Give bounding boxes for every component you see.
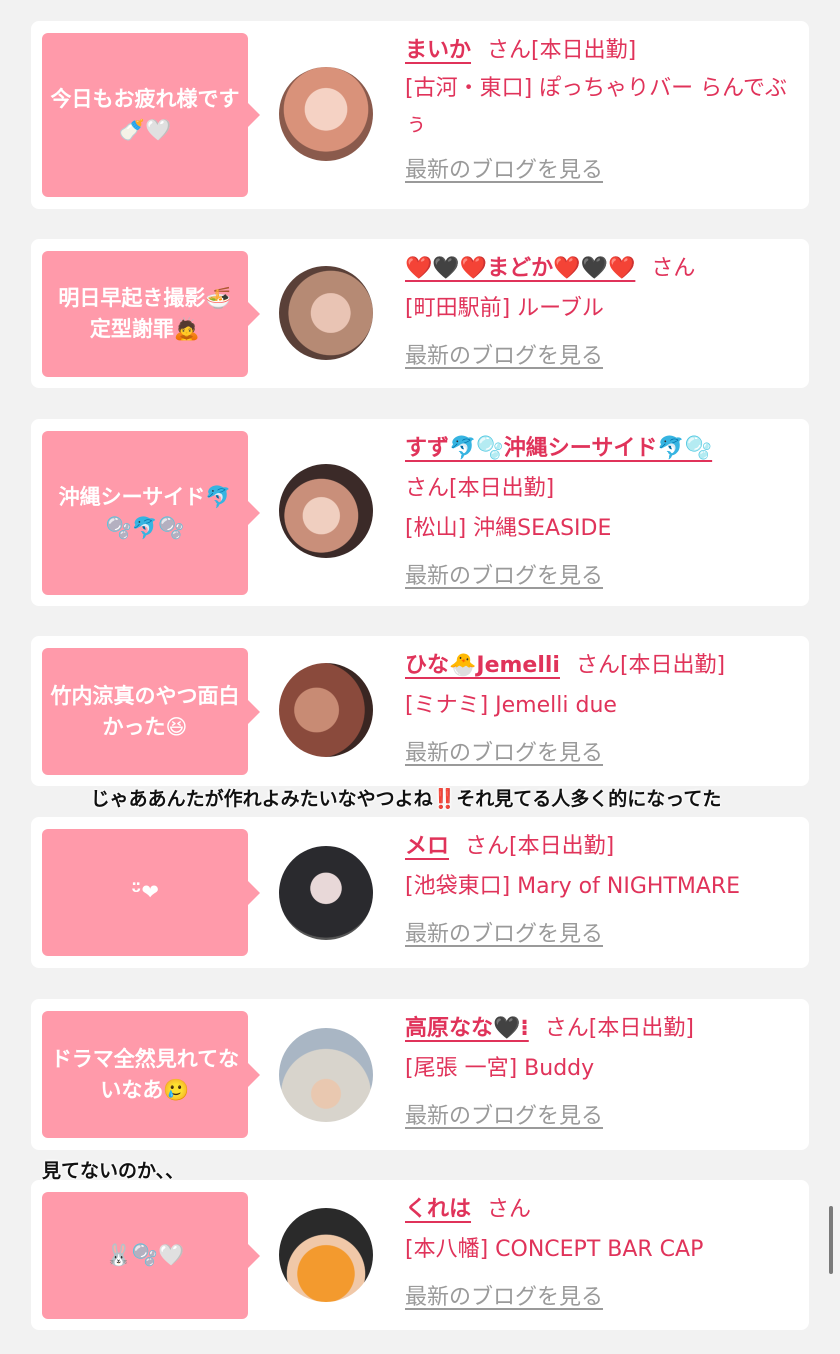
- girl-card: 明日早起き撮影🍜定型謝罪🙇 ❤️🖤❤️まどか❤️🖤❤️ さん [町田駅前] ルーブ…: [31, 239, 809, 388]
- honorific-label: さん: [487, 1197, 532, 1222]
- status-bubble: 竹内涼真のやつ面白かった😆: [42, 648, 260, 775]
- shop-label: [池袋東口] Mary of NIGHTMARE: [405, 874, 741, 899]
- shop-label: [古河・東口] ぽっちゃりバー らんでぶぅ: [405, 76, 788, 137]
- honorific-label: さん[本日出勤]: [544, 1016, 694, 1041]
- shop-label: [尾張 一宮] Buddy: [405, 1056, 595, 1081]
- honorific-label: さん[本日出勤]: [405, 476, 555, 501]
- latest-blog-link[interactable]: 最新のブログを見る: [405, 915, 603, 955]
- girl-card: ドラマ全然見れてないなあ🥲 高原なな🖤⁝ さん[本日出勤] [尾張 一宮] Bud…: [31, 999, 809, 1150]
- status-bubble: 今日もお疲れ様です🍼🤍: [42, 33, 260, 197]
- status-bubble: 沖縄シーサイド🐬🫧🐬🫧: [42, 431, 260, 595]
- girl-name-link[interactable]: すず🐬🫧沖縄シーサイド🐬🫧: [405, 436, 712, 461]
- avatar[interactable]: [279, 266, 373, 360]
- overlay-caption: 見てないのか、、: [42, 1160, 185, 1182]
- honorific-label: さん[本日出勤]: [575, 653, 726, 678]
- girl-name-link[interactable]: 高原なな🖤⁝: [405, 1016, 529, 1041]
- avatar[interactable]: [279, 464, 373, 558]
- status-text: 明日早起き撮影🍜定型謝罪🙇: [58, 286, 232, 341]
- girl-card: 竹内涼真のやつ面白かった😆 ひな🐣Jemelli さん[本日出勤] [ミナミ] J…: [31, 636, 809, 786]
- status-text: 🐰🫧🤍: [105, 1243, 185, 1267]
- girl-name-link[interactable]: まいか: [405, 38, 471, 63]
- girl-name-link[interactable]: ❤️🖤❤️まどか❤️🖤❤️: [405, 256, 635, 281]
- avatar[interactable]: [279, 1208, 373, 1302]
- latest-blog-link[interactable]: 最新のブログを見る: [405, 1097, 603, 1137]
- shop-label: [町田駅前] ルーブル: [405, 296, 604, 321]
- shop-label: [松山] 沖縄SEASIDE: [405, 516, 612, 541]
- status-text: ᵕ̈❤: [131, 880, 159, 904]
- status-text: 竹内涼真のやつ面白かった😆: [50, 683, 240, 739]
- latest-blog-link[interactable]: 最新のブログを見る: [405, 151, 603, 191]
- honorific-label: さん[本日出勤]: [487, 38, 637, 63]
- girl-card: 沖縄シーサイド🐬🫧🐬🫧 すず🐬🫧沖縄シーサイド🐬🫧 さん[本日出勤] [松山] …: [31, 419, 809, 606]
- latest-blog-link[interactable]: 最新のブログを見る: [405, 1278, 603, 1318]
- girl-name-link[interactable]: ひな🐣Jemelli: [405, 653, 560, 678]
- girl-card: 今日もお疲れ様です🍼🤍 まいか さん[本日出勤] [古河・東口] ぽっちゃりバー …: [31, 21, 809, 209]
- status-text: 沖縄シーサイド🐬🫧🐬🫧: [58, 485, 232, 540]
- honorific-label: さん[本日出勤]: [465, 834, 615, 859]
- girl-name-link[interactable]: メロ: [405, 834, 449, 859]
- girl-card: 🐰🫧🤍 くれは さん [本八幡] CONCEPT BAR CAP 最新のブログを見…: [31, 1180, 809, 1330]
- avatar[interactable]: [279, 67, 373, 161]
- scrollbar[interactable]: [829, 1206, 833, 1274]
- status-bubble: ᵕ̈❤: [42, 829, 260, 956]
- latest-blog-link[interactable]: 最新のブログを見る: [405, 734, 603, 774]
- honorific-label: さん: [651, 256, 696, 281]
- status-bubble: ドラマ全然見れてないなあ🥲: [42, 1011, 260, 1138]
- overlay-caption: じゃああんたが作れよみたいなやつよね‼️それ見てる人多く的になってた: [90, 788, 722, 810]
- status-text: 今日もお疲れ様です🍼🤍: [50, 87, 240, 142]
- status-bubble: 🐰🫧🤍: [42, 1192, 260, 1319]
- latest-blog-link[interactable]: 最新のブログを見る: [405, 337, 603, 377]
- avatar[interactable]: [279, 1028, 373, 1122]
- shop-label: [本八幡] CONCEPT BAR CAP: [405, 1237, 704, 1262]
- latest-blog-link[interactable]: 最新のブログを見る: [405, 557, 603, 597]
- avatar[interactable]: [279, 663, 373, 757]
- status-bubble: 明日早起き撮影🍜定型謝罪🙇: [42, 251, 260, 377]
- girl-name-link[interactable]: くれは: [405, 1197, 471, 1222]
- avatar[interactable]: [279, 846, 373, 940]
- girl-card: ᵕ̈❤ メロ さん[本日出勤] [池袋東口] Mary of NIGHTMARE …: [31, 817, 809, 968]
- status-text: ドラマ全然見れてないなあ🥲: [50, 1046, 240, 1102]
- shop-label: [ミナミ] Jemelli due: [405, 693, 617, 718]
